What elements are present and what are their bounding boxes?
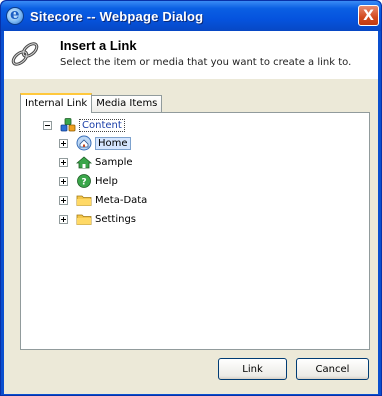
close-button[interactable]: X [358,5,379,26]
svg-text:?: ? [81,178,86,188]
tree-panel: Content Home Sample ? Help Meta-Data Set… [20,112,370,350]
tree-node-meta-data[interactable]: Meta-Data [59,191,147,209]
dialog-client: Insert a Link Select the item or media t… [4,31,378,394]
window-title: Sitecore -- Webpage Dialog [30,8,204,24]
tree-label: Meta-Data [95,194,148,206]
expand-icon[interactable] [59,138,68,148]
tree-label: Help [95,175,118,187]
help-icon: ? [77,174,91,188]
link-button[interactable]: Link [218,358,287,380]
home-icon [76,135,92,151]
tree-label: Home [95,136,131,150]
tree-label: Settings [95,213,137,225]
tree-label: Sample [95,156,133,168]
dialog-subtitle: Select the item or media that you want t… [60,57,352,68]
title-bar[interactable]: Sitecore -- Webpage Dialog X [1,1,381,31]
tree-node-home[interactable]: Home [59,134,131,152]
dialog-header: Insert a Link Select the item or media t… [4,31,378,79]
cancel-button[interactable]: Cancel [296,358,369,380]
content-icon [60,118,76,132]
tree-node-content[interactable]: Content [43,116,125,134]
chain-link-icon [11,42,39,66]
expand-icon[interactable] [59,176,68,186]
tab-internal-link[interactable]: Internal Link [20,93,93,113]
dialog-heading: Insert a Link [60,38,137,53]
sample-icon [76,156,92,169]
folder-icon [76,214,92,225]
ie-icon [6,5,24,25]
folder-icon [76,195,92,206]
expand-icon[interactable] [59,214,68,224]
content-tree: Content Home Sample ? Help Meta-Data Set… [21,113,369,349]
tab-media-items[interactable]: Media Items [91,95,163,113]
collapse-icon[interactable] [43,120,52,130]
tree-node-sample[interactable]: Sample [59,153,133,171]
expand-icon[interactable] [59,157,68,167]
tab-strip: Internal Link Media Items [20,93,163,113]
expand-icon[interactable] [59,195,68,205]
tree-label: Content [79,118,125,132]
tree-node-settings[interactable]: Settings [59,210,136,228]
dialog-body: Internal Link Media Items Content Home S… [4,79,378,394]
tree-node-help[interactable]: ? Help [59,172,118,190]
dialog-window: Sitecore -- Webpage Dialog X Insert a Li… [0,0,382,396]
